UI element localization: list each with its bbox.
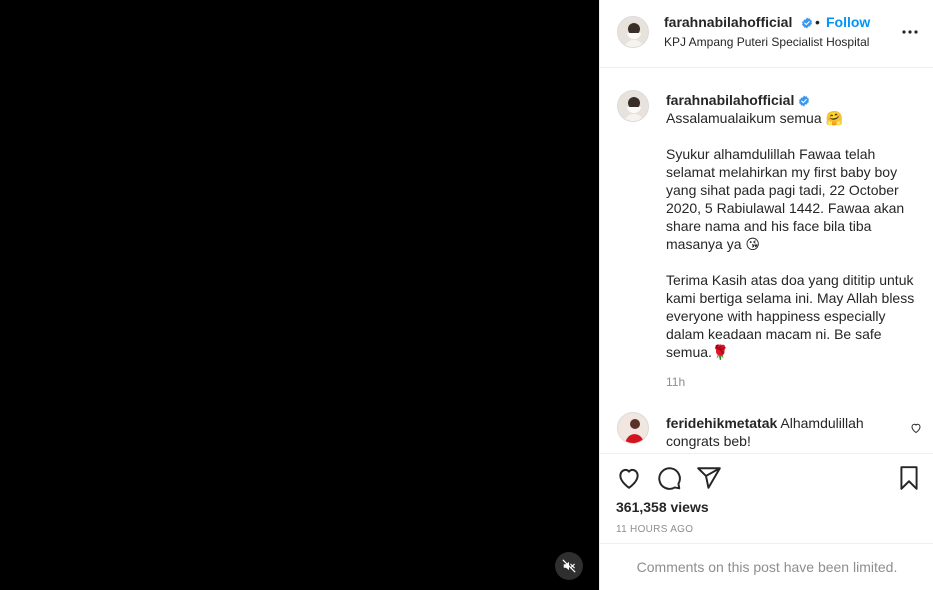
verified-badge-icon [799, 95, 810, 107]
follow-button[interactable]: Follow [826, 14, 870, 30]
avatar[interactable] [617, 90, 649, 122]
mute-toggle-button[interactable] [555, 552, 583, 580]
verified-badge-icon [802, 17, 812, 29]
comments-list[interactable]: farahnabilahofficial Assalamualaikum sem… [600, 68, 933, 453]
avatar[interactable] [617, 16, 649, 48]
avatar[interactable] [617, 412, 649, 444]
author-username[interactable]: farahnabilahofficial [664, 14, 792, 30]
more-options-icon[interactable] [902, 29, 918, 35]
comment-like-icon[interactable] [910, 422, 922, 434]
caption-paragraph: Assalamualaikum semua 🤗 [666, 110, 843, 126]
caption-body: farahnabilahofficial Assalamualaikum sem… [666, 91, 924, 361]
caption-username[interactable]: farahnabilahofficial [666, 92, 794, 108]
views-count[interactable]: 361,358 views [616, 499, 709, 515]
caption-paragraph: Terima Kasih atas doa yang dititip untuk… [666, 272, 915, 360]
post-location[interactable]: KPJ Ampang Puteri Specialist Hospital [664, 35, 869, 49]
bookmark-icon[interactable] [896, 465, 922, 491]
header-separator: • [815, 14, 820, 30]
post-date[interactable]: 11 HOURS AGO [616, 524, 693, 535]
views-number: 361,358 [616, 499, 667, 515]
comment-body: feridehikmetatak Alhamdulillah congrats … [666, 414, 902, 450]
post-side-panel: farahnabilahofficial • Follow KPJ Ampang… [599, 0, 933, 590]
post-actions: 361,358 views 11 HOURS AGO [600, 453, 933, 543]
caption-time[interactable]: 11h [666, 375, 685, 389]
post-video[interactable] [0, 0, 599, 590]
views-label: views [670, 499, 709, 515]
comment-username[interactable]: feridehikmetatak [666, 415, 777, 431]
share-icon[interactable] [696, 465, 722, 491]
comment-icon[interactable] [656, 465, 682, 491]
comments-limited-notice: Comments on this post have been limited. [600, 543, 933, 590]
caption-paragraph: Syukur alhamdulillah Fawaa telah selamat… [666, 146, 905, 252]
muted-speaker-icon [562, 559, 576, 573]
heart-icon[interactable] [616, 465, 642, 491]
post-header: farahnabilahofficial • Follow KPJ Ampang… [600, 0, 933, 68]
